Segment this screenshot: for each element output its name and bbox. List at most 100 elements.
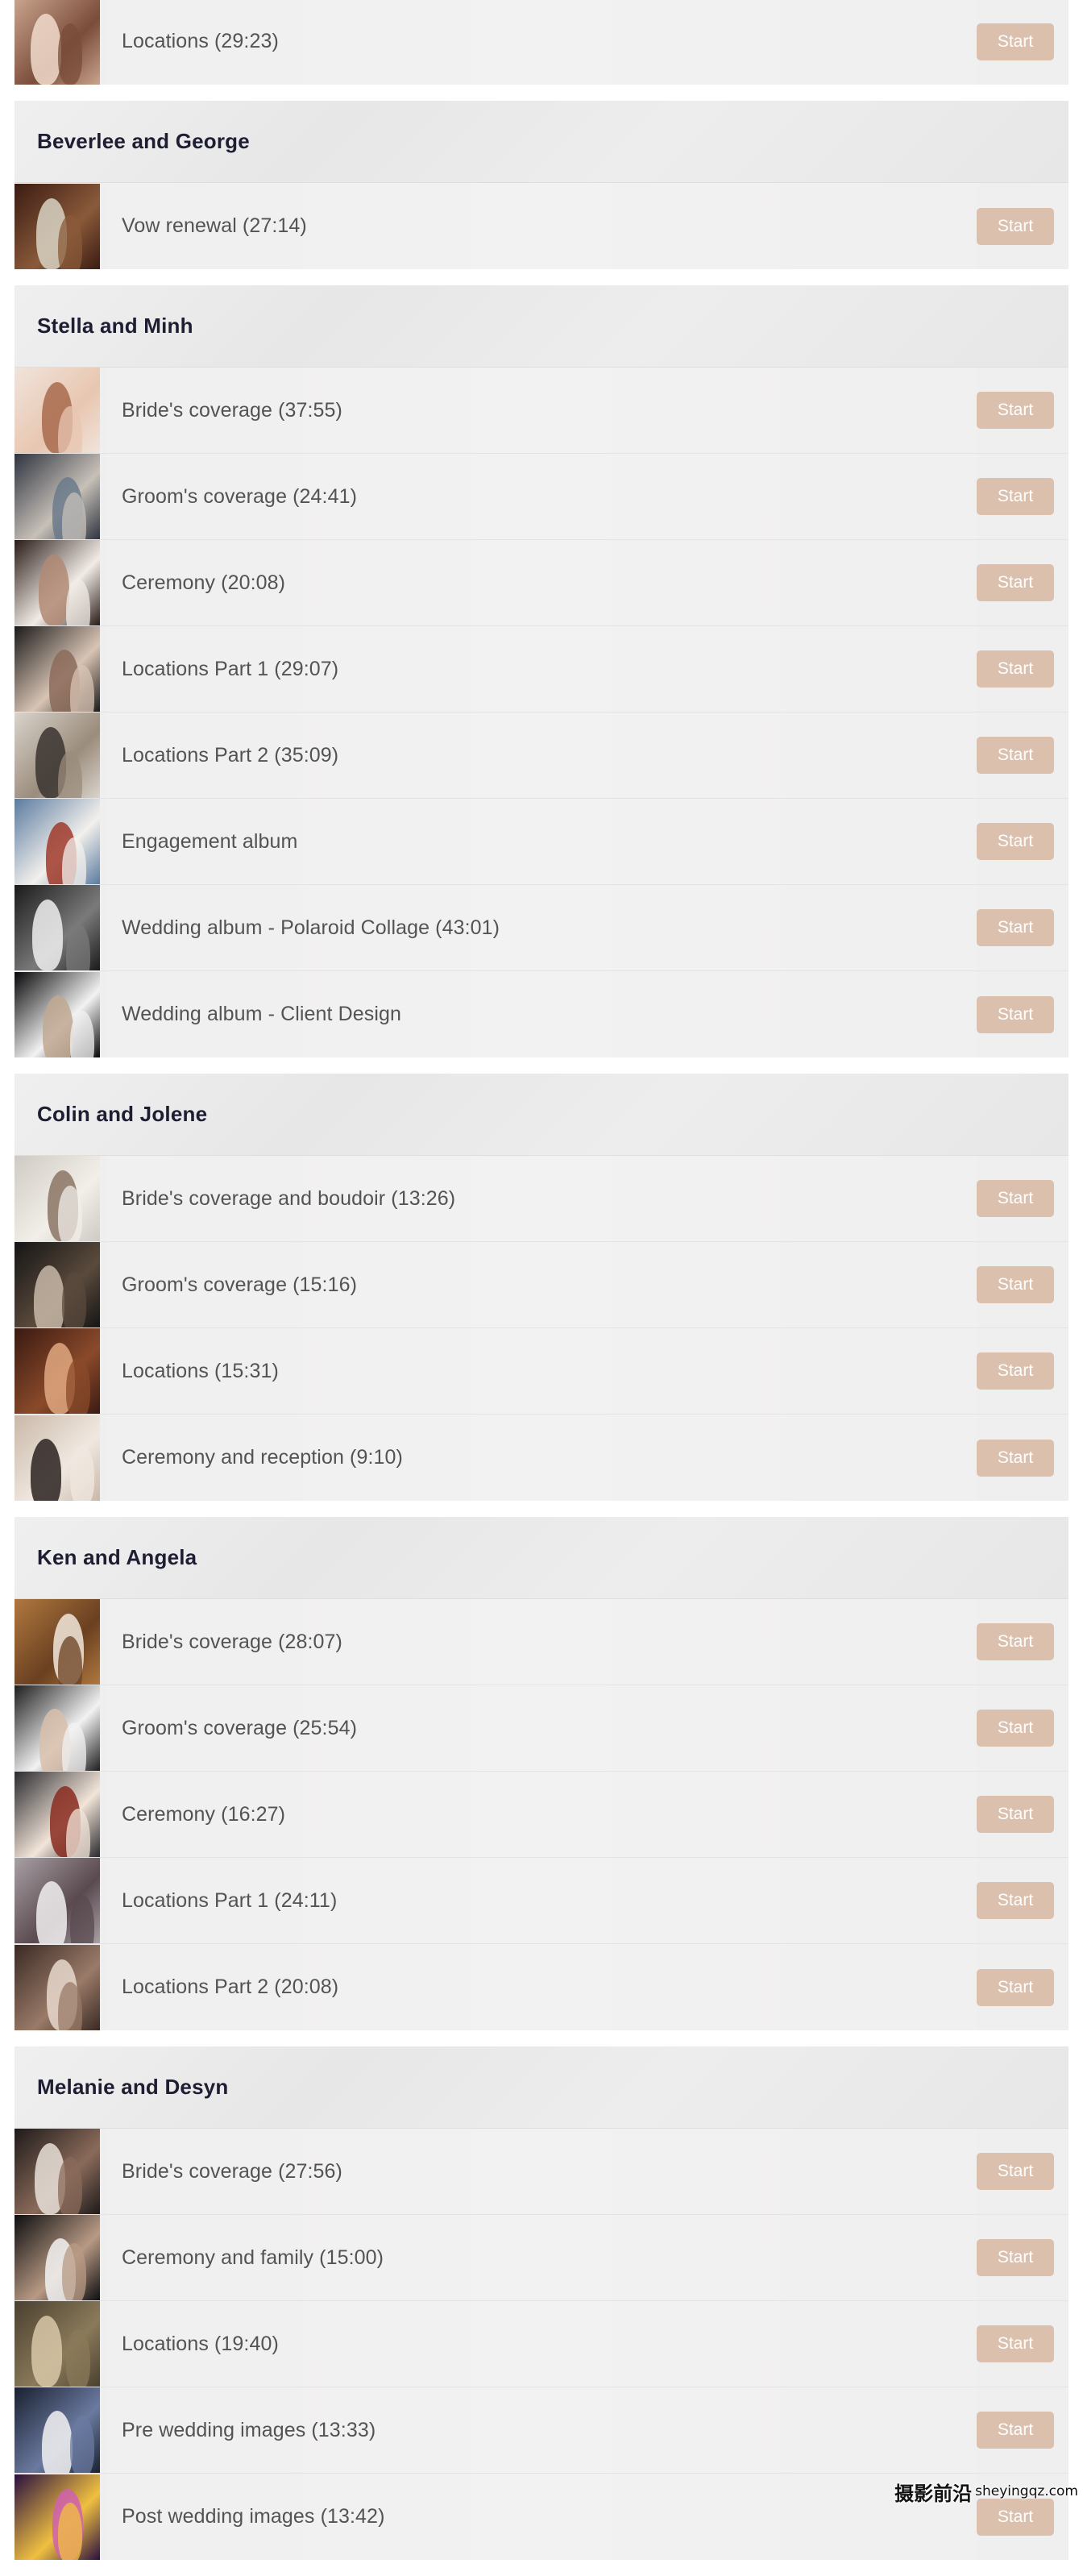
- lesson-title[interactable]: Ceremony and family (15:00): [122, 2246, 384, 2270]
- lesson-row[interactable]: Pre wedding images (13:33) Start: [15, 2387, 1068, 2474]
- lesson-title[interactable]: Groom's coverage (25:54): [122, 1717, 357, 1740]
- lesson-row[interactable]: Bride's coverage (37:55) Start: [15, 368, 1068, 454]
- lesson-title[interactable]: Wedding album - Polaroid Collage (43:01): [122, 916, 500, 940]
- start-button[interactable]: Start: [977, 23, 1054, 60]
- lesson-row[interactable]: Vow renewal (27:14) Start: [15, 183, 1068, 269]
- lesson-title[interactable]: Ceremony (20:08): [122, 571, 285, 595]
- start-button[interactable]: Start: [977, 564, 1054, 601]
- lesson-title[interactable]: Locations (19:40): [122, 2333, 279, 2356]
- lesson-thumbnail: [15, 2215, 100, 2300]
- section-header: Ken and Angela: [15, 1517, 1068, 1599]
- lesson-thumbnail: [15, 885, 100, 970]
- section-title: Melanie and Desyn: [37, 2075, 229, 2099]
- section-title: Beverlee and George: [37, 129, 250, 153]
- section-header: Beverlee and George: [15, 101, 1068, 183]
- thumbnail-figure: [58, 214, 82, 269]
- lesson-title[interactable]: Ceremony and reception (9:10): [122, 1446, 403, 1469]
- lesson-thumbnail: [15, 2129, 100, 2214]
- lesson-title[interactable]: Ceremony (16:27): [122, 1803, 285, 1826]
- start-button[interactable]: Start: [977, 650, 1054, 688]
- lesson-row[interactable]: Locations Part 1 (29:07) Start: [15, 626, 1068, 713]
- start-button[interactable]: Start: [977, 392, 1054, 429]
- lesson-thumbnail: [15, 799, 100, 884]
- lesson-row[interactable]: Locations (19:40) Start: [15, 2301, 1068, 2387]
- lesson-title[interactable]: Locations Part 2 (35:09): [122, 744, 338, 767]
- section-header: Stella and Minh: [15, 285, 1068, 368]
- lesson-row[interactable]: Bride's coverage (27:56) Start: [15, 2129, 1068, 2215]
- thumbnail-figure: [58, 23, 82, 85]
- start-button[interactable]: Start: [977, 1439, 1054, 1477]
- lesson-row[interactable]: Locations Part 2 (35:09) Start: [15, 713, 1068, 799]
- lesson-title[interactable]: Engagement album: [122, 830, 297, 854]
- watermark-domain-text: sheyingqz.com: [975, 2483, 1078, 2499]
- start-button[interactable]: Start: [977, 478, 1054, 515]
- start-button[interactable]: Start: [977, 207, 1054, 245]
- start-button[interactable]: Start: [977, 909, 1054, 946]
- lesson-title[interactable]: Wedding album - Client Design: [122, 1003, 401, 1026]
- start-button[interactable]: Start: [977, 823, 1054, 860]
- start-button[interactable]: Start: [977, 1710, 1054, 1747]
- lesson-row[interactable]: Ceremony and reception (9:10) Start: [15, 1415, 1068, 1501]
- start-button[interactable]: Start: [977, 1266, 1054, 1303]
- watermark-logo: 摄影前沿 sheyingqz.com: [894, 2477, 1078, 2506]
- thumbnail-figure: [66, 1809, 90, 1857]
- lesson-title[interactable]: Bride's coverage (27:56): [122, 2160, 342, 2183]
- lesson-title[interactable]: Pre wedding images (13:33): [122, 2419, 376, 2442]
- lesson-row[interactable]: Wedding album - Client Design Start: [15, 971, 1068, 1057]
- lesson-thumbnail: [15, 2474, 100, 2560]
- thumbnail-figure: [31, 1438, 61, 1501]
- start-button[interactable]: Start: [977, 2239, 1054, 2276]
- start-button[interactable]: Start: [977, 737, 1054, 774]
- lesson-title[interactable]: Groom's coverage (24:41): [122, 485, 357, 509]
- start-button[interactable]: Start: [977, 1796, 1054, 1833]
- start-button[interactable]: Start: [977, 1352, 1054, 1390]
- lesson-row[interactable]: Ceremony (20:08) Start: [15, 540, 1068, 626]
- lesson-row[interactable]: Wedding album - Polaroid Collage (43:01)…: [15, 885, 1068, 971]
- start-button[interactable]: Start: [977, 2412, 1054, 2449]
- lesson-thumbnail: [15, 1599, 100, 1685]
- thumbnail-figure: [36, 1881, 67, 1943]
- thumbnail-figure: [58, 406, 82, 453]
- lesson-title[interactable]: Bride's coverage (37:55): [122, 399, 342, 422]
- lesson-title[interactable]: Post wedding images (13:42): [122, 2505, 385, 2528]
- start-button[interactable]: Start: [977, 1180, 1054, 1217]
- lesson-row[interactable]: Groom's coverage (25:54) Start: [15, 1685, 1068, 1772]
- thumbnail-figure: [58, 1981, 82, 2030]
- lesson-row[interactable]: Ceremony and family (15:00) Start: [15, 2215, 1068, 2301]
- lesson-thumbnail: [15, 1328, 100, 1414]
- lesson-row[interactable]: Locations (15:31) Start: [15, 1328, 1068, 1415]
- thumbnail-figure: [32, 900, 63, 970]
- thumbnail-figure: [31, 2316, 62, 2387]
- lesson-row[interactable]: Engagement album Start: [15, 799, 1068, 885]
- lesson-row[interactable]: Bride's coverage and boudoir (13:26) Star…: [15, 1156, 1068, 1242]
- start-button[interactable]: Start: [977, 1882, 1054, 1919]
- lesson-title[interactable]: Locations Part 2 (20:08): [122, 1976, 338, 1999]
- lesson-title[interactable]: Groom's coverage (15:16): [122, 1273, 357, 1297]
- thumbnail-figure: [66, 579, 90, 625]
- start-button[interactable]: Start: [977, 995, 1054, 1033]
- thumbnail-figure: [58, 2502, 82, 2560]
- lesson-row[interactable]: Bride's coverage (28:07) Start: [15, 1599, 1068, 1685]
- lesson-row[interactable]: Locations Part 2 (20:08) Start: [15, 1944, 1068, 2030]
- lesson-row[interactable]: Groom's coverage (15:16) Start: [15, 1242, 1068, 1328]
- lesson-title[interactable]: Locations (29:23): [122, 30, 279, 53]
- lesson-thumbnail: [15, 183, 100, 269]
- start-button[interactable]: Start: [977, 2325, 1054, 2362]
- thumbnail-figure: [66, 2329, 90, 2387]
- lesson-row[interactable]: Ceremony (16:27) Start: [15, 1772, 1068, 1858]
- course-section: Beverlee and George Vow renewal (27:14) St…: [15, 101, 1068, 269]
- lesson-title[interactable]: Locations Part 1 (29:07): [122, 658, 338, 681]
- start-button[interactable]: Start: [977, 2153, 1054, 2190]
- lesson-row[interactable]: Locations (29:23) Start: [15, 0, 1068, 85]
- lesson-row[interactable]: Groom's coverage (24:41) Start: [15, 454, 1068, 540]
- lesson-title[interactable]: Vow renewal (27:14): [122, 214, 307, 238]
- lesson-title[interactable]: Locations (15:31): [122, 1360, 279, 1383]
- start-button[interactable]: Start: [977, 1968, 1054, 2006]
- lesson-title[interactable]: Locations Part 1 (24:11): [122, 1889, 337, 1913]
- thumbnail-figure: [31, 13, 61, 85]
- start-button[interactable]: Start: [977, 1623, 1054, 1660]
- lesson-row[interactable]: Locations Part 1 (24:11) Start: [15, 1858, 1068, 1944]
- lesson-title[interactable]: Bride's coverage (28:07): [122, 1631, 342, 1654]
- lesson-title[interactable]: Bride's coverage and boudoir (13:26): [122, 1187, 455, 1211]
- thumbnail-figure: [62, 837, 86, 884]
